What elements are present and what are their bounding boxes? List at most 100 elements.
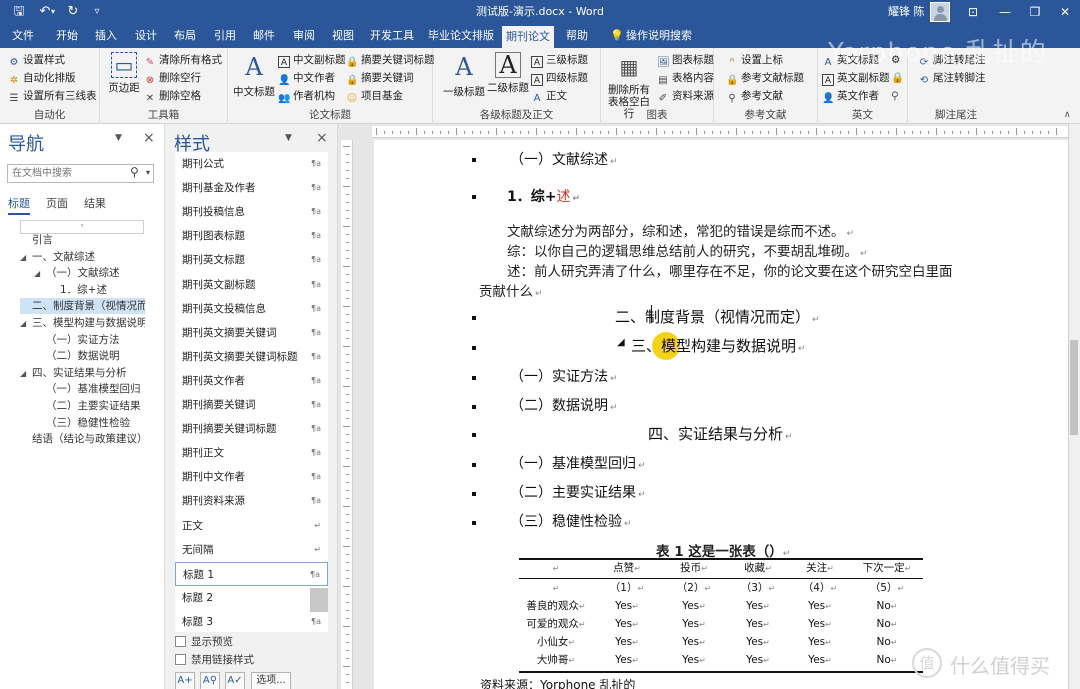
chinese-author-button[interactable]: 👤 中文作者: [278, 70, 335, 87]
margins-button[interactable]: ▭ 页边距: [106, 52, 142, 95]
table-header-cell[interactable]: （2）↵: [661, 579, 727, 597]
disable-linked-styles-checkbox[interactable]: 禁用链接样式: [175, 652, 254, 668]
endnote-to-footnote-button[interactable]: ⟲ 尾注转脚注: [918, 70, 986, 87]
style-item[interactable]: 期刊英文摘要关键词标题 ¶a: [175, 345, 328, 369]
table-header-cell[interactable]: ↵: [519, 559, 593, 577]
styles-scrollbar-thumb[interactable]: [310, 588, 328, 612]
restore-button[interactable]: ❐: [1020, 0, 1050, 24]
table-header-cell[interactable]: （4）↵: [789, 579, 851, 597]
chinese-title-button[interactable]: A 中文标题: [232, 52, 276, 99]
style-item[interactable]: 期刊基金及作者 ¶a: [175, 176, 328, 200]
table-header-cell[interactable]: 下次一定↵: [851, 559, 923, 577]
save-icon[interactable]: 🖫: [8, 0, 30, 24]
style-item[interactable]: 期刊英文副标题 ¶a: [175, 273, 328, 297]
search-icon[interactable]: ⚲: [130, 165, 139, 179]
style-item[interactable]: 期刊中文作者 ¶a: [175, 465, 328, 489]
table-cell[interactable]: Yes↵: [661, 651, 727, 669]
heading-3-button[interactable]: A 三级标题: [531, 52, 588, 69]
table-header-cell[interactable]: 收藏↵: [727, 559, 789, 577]
nav-tab-pages[interactable]: 页面: [46, 195, 68, 211]
table-header-cell[interactable]: （3）↵: [727, 579, 789, 597]
new-style-button[interactable]: A+: [175, 672, 195, 689]
tab-journal-paper[interactable]: 期刊论文: [502, 26, 554, 48]
pane-options-icon[interactable]: ▼: [285, 133, 292, 143]
table-header-cell[interactable]: （1）↵: [593, 579, 661, 597]
nav-heading-item[interactable]: ◢ 四、实证结果与分析: [20, 365, 145, 381]
author-institution-button[interactable]: 👥 作者机构: [278, 88, 335, 105]
style-item[interactable]: 期刊英文标题 ¶a: [175, 248, 328, 272]
tab-developer[interactable]: 开发工具: [366, 24, 418, 48]
reference-title-button[interactable]: 🔒 参考文献标题: [726, 70, 804, 87]
tab-help[interactable]: 帮助: [560, 24, 594, 48]
nav-heading-item[interactable]: 结语（结论与政策建议）: [20, 431, 145, 447]
checkbox-box[interactable]: [175, 636, 186, 647]
delete-empty-lines-button[interactable]: ⊗ 删除空行: [144, 70, 201, 87]
table-cell[interactable]: 善良的观众↵: [519, 597, 593, 615]
data-source-button[interactable]: ✐ 资料来源: [657, 88, 714, 105]
table-header-cell[interactable]: ↵: [519, 579, 593, 597]
horizontal-ruler[interactable]: [372, 126, 1068, 138]
style-item[interactable]: 期刊公式 ¶a: [175, 152, 328, 176]
tab-view[interactable]: 视图: [326, 24, 360, 48]
abstract-keyword-button[interactable]: 🔒 摘要关键词: [346, 70, 414, 87]
delete-spaces-button[interactable]: ✕ 删除空格: [144, 88, 201, 105]
style-options-button[interactable]: 选项...: [251, 672, 291, 689]
table-cell[interactable]: Yes↵: [789, 615, 851, 633]
style-item[interactable]: 标题 1 ¶a: [175, 561, 328, 586]
nav-tab-results[interactable]: 结果: [84, 195, 106, 211]
minimize-button[interactable]: —: [990, 0, 1020, 24]
style-item[interactable]: 期刊英文作者 ¶a: [175, 369, 328, 393]
figure-title-button[interactable]: 🖼 图表标题: [657, 52, 714, 69]
style-item[interactable]: 无间隔 ↵: [175, 538, 328, 562]
heading-empirical-results[interactable]: 四、实证结果与分析 ↵: [648, 423, 793, 444]
avatar[interactable]: [930, 2, 950, 22]
heading-4-button[interactable]: A 四级标题: [531, 70, 588, 87]
table-cell[interactable]: Yes↵: [593, 633, 661, 651]
style-item[interactable]: 期刊英文投稿信息 ¶a: [175, 297, 328, 321]
table-cell[interactable]: 可爱的观众↵: [519, 615, 593, 633]
heading-2-button[interactable]: A 二级标题: [487, 52, 529, 95]
nav-heading-item[interactable]: 二、制度背景（视情况而...: [20, 298, 145, 315]
heading-1-button[interactable]: A 一级标题: [443, 52, 485, 99]
style-item[interactable]: 期刊资料来源 ¶a: [175, 489, 328, 513]
table-cell[interactable]: 小仙女↵: [519, 633, 593, 651]
table-cell[interactable]: Yes↵: [789, 633, 851, 651]
auto-layout-button[interactable]: ✲ 自动化排版: [8, 70, 76, 87]
table-cell[interactable]: Yes↵: [593, 651, 661, 669]
table-cell[interactable]: Yes↵: [789, 651, 851, 669]
tab-references[interactable]: 引用: [208, 24, 242, 48]
table-cell[interactable]: Yes↵: [661, 633, 727, 651]
heading-institutional-background[interactable]: 二、制度背景（视情况而定） ↵: [615, 306, 820, 327]
english-author-button[interactable]: 👤 英文作者: [822, 88, 879, 105]
english-subtitle-button[interactable]: A 英文副标题: [822, 70, 890, 87]
nav-heading-item[interactable]: ◢ （一）文献综述: [20, 265, 145, 281]
table-caption[interactable]: 表 1 这是一张表（）↵: [656, 540, 790, 560]
tab-mailings[interactable]: 邮件: [247, 24, 281, 48]
table-cell[interactable]: Yes↵: [661, 615, 727, 633]
table-source-note[interactable]: 资料来源：Yorphone 乱扯的: [480, 676, 635, 689]
nav-heading-item[interactable]: （三）稳健性检验: [20, 415, 145, 431]
tell-me-search[interactable]: 操作说明搜索: [626, 24, 692, 48]
body-paragraph[interactable]: 述：前人研究弄清了什么，哪里存在不足，你的论文要在这个研究空白里面: [507, 260, 953, 280]
heading-main-results[interactable]: （二）主要实证结果 ↵: [510, 482, 646, 502]
table-cell[interactable]: Yes↵: [727, 651, 789, 669]
heading-empirical-method[interactable]: （一）实证方法 ↵: [510, 366, 618, 386]
table-cell[interactable]: Yes↵: [727, 615, 789, 633]
style-inspector-button[interactable]: A⚲: [200, 672, 220, 689]
nav-heading-item[interactable]: ◢ 一、文献综述: [20, 249, 145, 265]
heading-zongshu[interactable]: 1．综+述 ↵: [507, 186, 580, 206]
three-line-table[interactable]: ↵ 点赞↵ 投币↵ 收藏↵ 关注↵ 下次一定↵ ↵ （1）↵ （2）↵ （3）↵ （4）↵ （5）↵ 善…: [519, 558, 923, 673]
table-header-cell[interactable]: （5）↵: [851, 579, 923, 597]
table-cell[interactable]: No↵: [851, 615, 923, 633]
scrollbar-thumb[interactable]: [1070, 340, 1078, 435]
style-item[interactable]: 正文 ↵: [175, 514, 328, 538]
table-cell[interactable]: 大帅哥↵: [519, 651, 593, 669]
chinese-subtitle-button[interactable]: A 中文副标题: [278, 52, 346, 69]
redo-icon[interactable]: ↻: [62, 0, 84, 24]
collapse-triangle-icon[interactable]: ◢: [20, 316, 32, 331]
nav-heading-item[interactable]: ◢ 三、模型构建与数据说明: [20, 315, 145, 331]
manage-styles-button[interactable]: A✓: [225, 672, 245, 689]
clear-format-button[interactable]: ✎ 清除所有格式: [144, 52, 222, 69]
collapse-triangle-icon[interactable]: ◢: [20, 366, 32, 381]
nav-heading-item[interactable]: （一）实证方法: [20, 332, 145, 348]
